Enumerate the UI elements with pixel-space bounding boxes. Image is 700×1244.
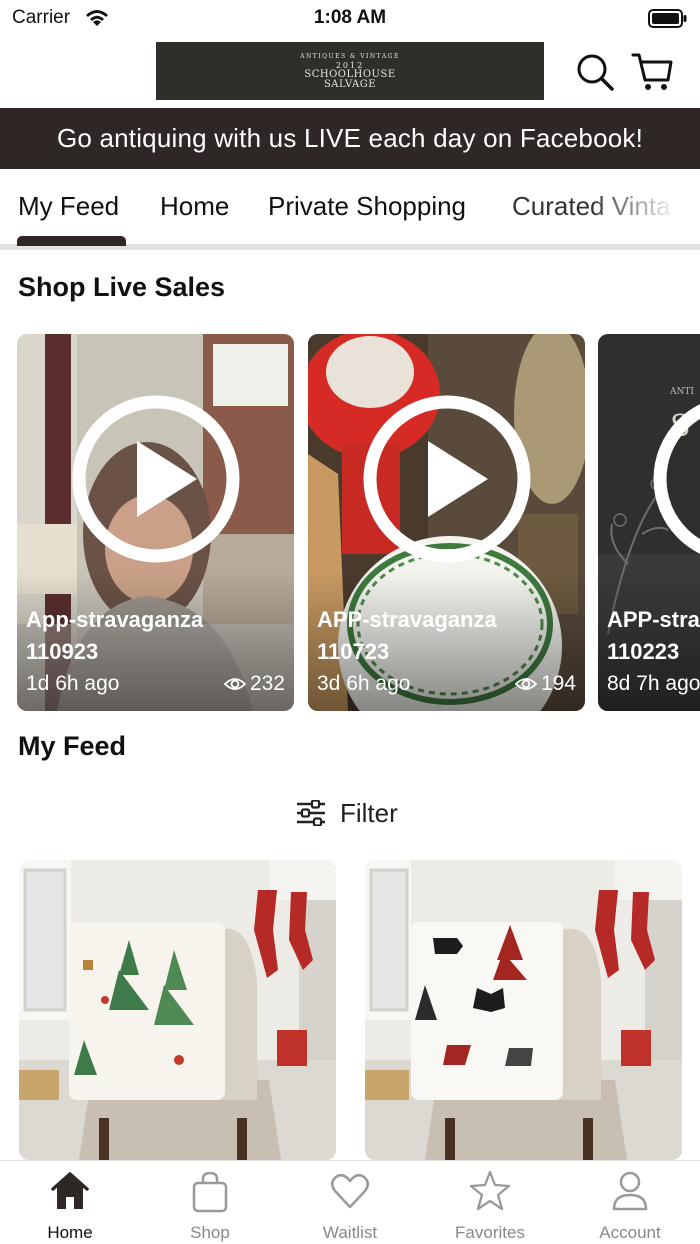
brand-logo[interactable]: ANTIQUES & VINTAGE 2012 SCHOOLHOUSE SALV… xyxy=(156,42,544,100)
tab-home[interactable]: Home xyxy=(160,191,229,222)
app-header: ANTIQUES & VINTAGE 2012 SCHOOLHOUSE SALV… xyxy=(0,36,700,108)
view-count-value: 232 xyxy=(249,672,285,695)
filter-label: Filter xyxy=(340,797,398,828)
live-sale-card[interactable]: APP-stravaganza 110723 3d 6h ago 194 xyxy=(308,334,585,711)
product-image xyxy=(365,860,682,1160)
filter-sliders-icon xyxy=(297,800,325,826)
nav-home[interactable]: Home xyxy=(0,1161,140,1244)
live-sale-title: APP-stravaganza 110223 xyxy=(607,604,700,668)
nav-favorites[interactable]: Favorites xyxy=(420,1161,560,1244)
live-sale-card[interactable]: ANTI S APP-stravaganza 110223 8d 7h ago xyxy=(598,334,700,711)
live-sales-heading: Shop Live Sales xyxy=(18,272,226,302)
feed-tabs: My Feed Home Private Shopping Curated Vi… xyxy=(0,169,700,251)
my-feed-heading: My Feed xyxy=(18,731,127,761)
nav-shop-label: Shop xyxy=(190,1223,230,1242)
feed-product-card[interactable] xyxy=(365,860,682,1160)
search-icon[interactable] xyxy=(574,50,618,94)
live-sale-title: APP-stravaganza 110723 xyxy=(317,604,585,668)
active-tab-indicator xyxy=(17,236,126,246)
nav-shop[interactable]: Shop xyxy=(140,1161,280,1244)
live-sale-title-line1: App-stravaganza xyxy=(26,607,204,632)
live-sale-time-ago: 1d 6h ago xyxy=(26,672,120,695)
nav-waitlist-label: Waitlist xyxy=(322,1223,378,1242)
logo-text: ANTIQUES & VINTAGE xyxy=(300,52,400,60)
facebook-live-banner[interactable]: Go antiquing with us LIVE each day on Fa… xyxy=(0,108,700,169)
live-sale-title-line2: 110723 xyxy=(317,639,390,664)
home-icon xyxy=(51,1172,89,1209)
heart-icon xyxy=(331,1173,369,1209)
tab-fade xyxy=(590,169,700,245)
live-sale-time-ago: 3d 6h ago xyxy=(317,672,411,695)
view-count: 194 xyxy=(514,672,576,696)
shopping-bag-icon xyxy=(192,1171,228,1213)
account-icon xyxy=(612,1171,648,1211)
live-sale-title-line1: APP-stravaganza xyxy=(607,607,700,632)
live-sales-carousel[interactable]: App-stravaganza 110923 1d 6h ago 232 APP… xyxy=(0,334,700,712)
nav-account[interactable]: Account xyxy=(560,1161,700,1244)
live-sale-title: App-stravaganza 110923 xyxy=(26,604,294,668)
star-icon xyxy=(470,1170,510,1211)
live-sale-title-line1: APP-stravaganza xyxy=(317,607,497,632)
eye-icon xyxy=(514,678,537,690)
live-sale-title-line2: 110223 xyxy=(607,639,680,664)
nav-account-label: Account xyxy=(599,1223,661,1242)
filter-button[interactable]: Filter xyxy=(296,790,398,836)
clock: 1:08 AM xyxy=(313,7,387,28)
logo-name-2: SALVAGE xyxy=(323,78,377,90)
product-image xyxy=(19,860,336,1160)
nav-favorites-label: Favorites xyxy=(455,1223,525,1242)
tab-private-shopping[interactable]: Private Shopping xyxy=(268,191,466,222)
logo-name-1: SCHOOLHOUSE xyxy=(304,68,396,80)
eye-icon xyxy=(223,678,246,690)
status-bar: Carrier 1:08 AM xyxy=(0,0,700,36)
live-sale-title-line2: 110923 xyxy=(26,639,99,664)
cart-icon[interactable] xyxy=(630,50,674,94)
view-count-value: 194 xyxy=(540,672,576,695)
live-sale-card[interactable]: App-stravaganza 110923 1d 6h ago 232 xyxy=(17,334,294,711)
battery-icon xyxy=(648,9,688,34)
bottom-tab-bar: Home Shop Waitlist Favorites Account xyxy=(0,1160,700,1244)
tab-my-feed[interactable]: My Feed xyxy=(18,191,119,222)
play-icon[interactable] xyxy=(652,394,700,564)
feed-product-card[interactable] xyxy=(19,860,336,1160)
view-count: 232 xyxy=(223,672,285,696)
play-icon[interactable] xyxy=(71,394,241,564)
live-sale-time-ago: 8d 7h ago xyxy=(607,672,700,695)
banner-text: Go antiquing with us LIVE each day on Fa… xyxy=(56,123,644,153)
nav-waitlist[interactable]: Waitlist xyxy=(280,1161,420,1244)
nav-home-label: Home xyxy=(47,1223,93,1242)
play-icon[interactable] xyxy=(362,394,532,564)
